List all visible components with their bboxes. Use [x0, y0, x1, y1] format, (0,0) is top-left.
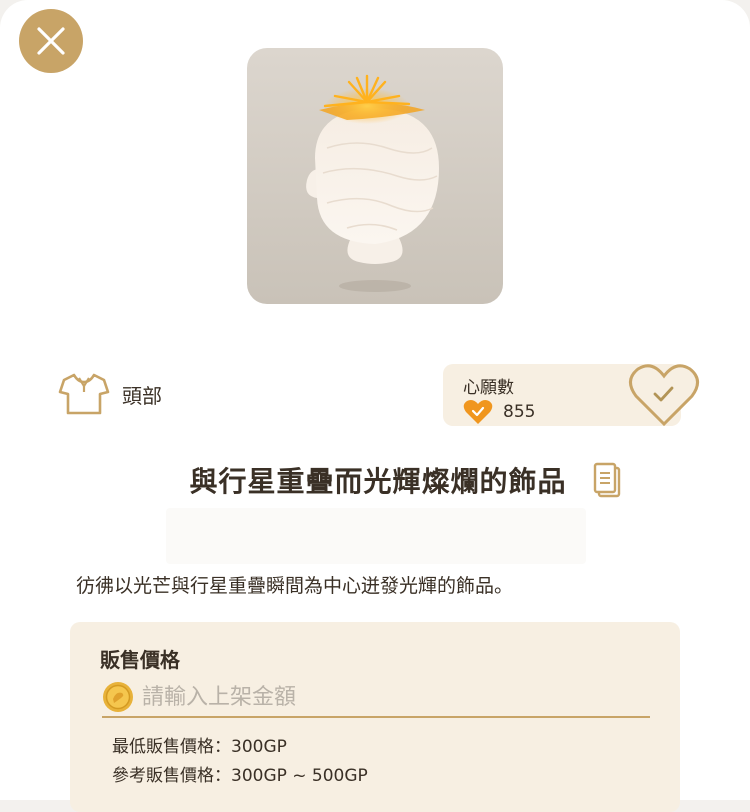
- item-title-row: 與行星重疊而光輝燦爛的飾品: [0, 458, 750, 502]
- price-card: 販售價格 最低販售價格：300GP 參考販售價格：300GP ~ 500GP: [70, 622, 680, 812]
- price-heading: 販售價格: [100, 648, 180, 672]
- item-detail-sheet: 頭部 心願數 855 與行星重疊而光輝燦爛的飾品 彷彿以光芒與行星重疊瞬間為中心…: [0, 0, 750, 812]
- shirt-icon: [58, 373, 110, 415]
- orange-heart-check-icon: [463, 400, 493, 424]
- price-input[interactable]: [142, 684, 622, 710]
- price-input-row[interactable]: [102, 678, 650, 718]
- item-description: 彷彿以光芒與行星重疊瞬間為中心迸發光輝的飾品。: [76, 575, 514, 597]
- wishlist-title: 心願數: [463, 378, 514, 398]
- close-x-icon: [37, 27, 65, 55]
- gold-coin-icon: [103, 682, 133, 712]
- wishlist-count-row: 855: [463, 399, 535, 425]
- wishlist-count: 855: [503, 402, 536, 422]
- category-label: 頭部: [122, 383, 162, 408]
- heart-check-button-icon: [629, 364, 699, 427]
- item-title: 與行星重疊而光輝燦爛的飾品: [189, 465, 567, 498]
- copy-document-icon[interactable]: [593, 462, 621, 498]
- category-info: 頭部: [58, 372, 162, 416]
- head-accessory-preview: [306, 74, 439, 292]
- tag-area: [166, 508, 586, 564]
- item-preview-image: [247, 48, 503, 304]
- close-button[interactable]: [19, 9, 83, 73]
- reference-price-text: 參考販售價格：300GP ~ 500GP: [112, 766, 368, 786]
- min-price-text: 最低販售價格：300GP: [112, 737, 287, 757]
- wishlist-add-button[interactable]: [628, 362, 700, 428]
